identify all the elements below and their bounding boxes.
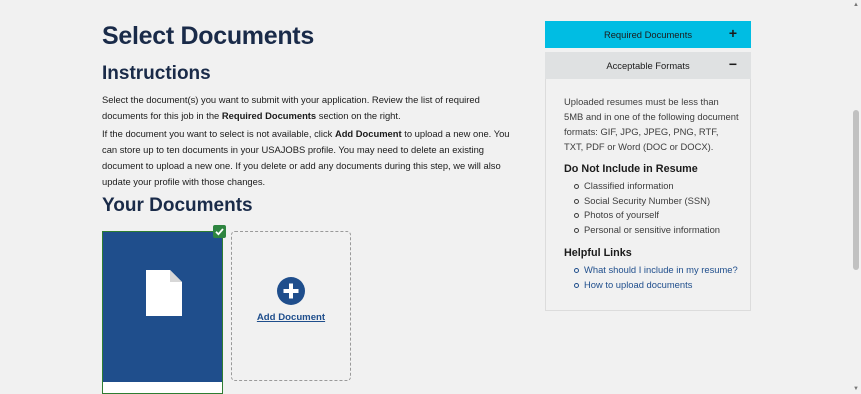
page-scrollbar[interactable]: ▲ ▼ (851, 0, 861, 394)
accordion-acceptable-formats[interactable]: Acceptable Formats − (545, 52, 751, 79)
add-document-card[interactable]: Add Document (231, 231, 351, 381)
list-item: Classified information (574, 179, 720, 194)
list-item: Social Security Number (SSN) (574, 194, 720, 209)
file-icon (146, 270, 182, 316)
instructions-paragraph-1: Select the document(s) you want to submi… (102, 94, 480, 121)
add-document-ref: Add Document (334, 128, 402, 139)
document-card-preview (103, 232, 222, 382)
do-not-include-list: Classified information Social Security N… (574, 179, 720, 238)
scroll-up-icon[interactable]: ▲ (853, 2, 859, 8)
list-item: Photos of yourself (574, 208, 720, 223)
accordion-required-documents[interactable]: Required Documents + (545, 21, 751, 48)
helpful-links-title: Helpful Links (564, 247, 632, 259)
instructions-paragraph-2: If the document you want to select is no… (102, 128, 510, 187)
accordion-acceptable-label: Acceptable Formats (606, 60, 690, 71)
document-card[interactable] (102, 231, 223, 394)
accordion-acceptable-body: Uploaded resumes must be less than 5MB a… (545, 79, 751, 311)
minus-icon[interactable]: − (729, 56, 737, 72)
accordion-required-label: Required Documents (603, 29, 693, 40)
add-document-link[interactable]: Add Document (232, 312, 350, 323)
scrollbar-thumb[interactable] (853, 110, 859, 270)
scroll-down-icon[interactable]: ▼ (853, 386, 859, 392)
selected-check-icon[interactable] (213, 225, 226, 238)
plus-icon[interactable]: + (729, 25, 737, 41)
page-title: Select Documents (102, 22, 314, 50)
helpful-links-list: What should I include in my resume? How … (574, 263, 738, 292)
your-documents-title: Your Documents (102, 195, 253, 216)
add-circle-icon[interactable] (277, 277, 305, 305)
link-resume-content[interactable]: What should I include in my resume? (574, 263, 738, 278)
formats-description: Uploaded resumes must be less than 5MB a… (564, 96, 739, 152)
do-not-include-title: Do Not Include in Resume (564, 163, 698, 175)
link-upload-documents[interactable]: How to upload documents (574, 278, 738, 293)
instructions-title: Instructions (102, 63, 211, 84)
required-documents-ref: Required Documents (221, 110, 317, 121)
list-item: Personal or sensitive information (574, 223, 720, 238)
